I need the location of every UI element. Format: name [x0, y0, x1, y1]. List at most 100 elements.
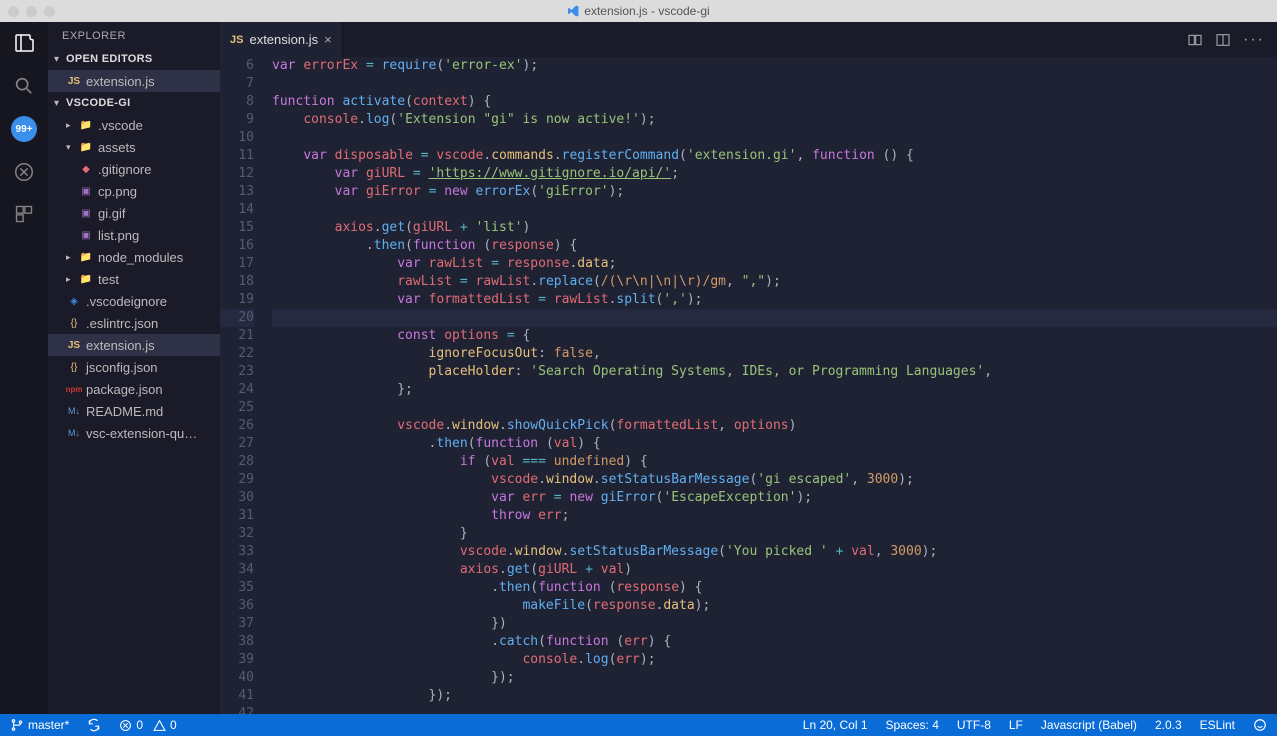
tree-item[interactable]: M↓README.md — [48, 400, 220, 422]
code-line[interactable]: }); — [272, 687, 1277, 705]
tree-item[interactable]: {}jsconfig.json — [48, 356, 220, 378]
titlebar: extension.js - vscode-gi — [0, 0, 1277, 22]
code-line[interactable]: }); — [272, 669, 1277, 687]
code-line[interactable]: function activate(context) { — [272, 93, 1277, 111]
code-line[interactable]: var giError = new errorEx('giError'); — [272, 183, 1277, 201]
code-line[interactable]: var formattedList = rawList.split(','); — [272, 291, 1277, 309]
tree-label: .gitignore — [98, 162, 151, 177]
line-number: 36 — [220, 597, 254, 615]
code-line[interactable] — [272, 201, 1277, 219]
tree-item[interactable]: {}.eslintrc.json — [48, 312, 220, 334]
tab-extension-js[interactable]: JS extension.js × — [220, 22, 343, 57]
line-number: 26 — [220, 417, 254, 435]
code-line[interactable]: var giURL = 'https://www.gitignore.io/ap… — [272, 165, 1277, 183]
line-number: 6 — [220, 57, 254, 75]
eslint-status[interactable]: ESLint — [1196, 718, 1239, 732]
code-line[interactable]: var err = new giError('EscapeException')… — [272, 489, 1277, 507]
split-editor-icon[interactable] — [1215, 32, 1231, 48]
tree-item[interactable]: npmpackage.json — [48, 378, 220, 400]
window-title: extension.js - vscode-gi — [584, 4, 709, 18]
line-number: 17 — [220, 255, 254, 273]
code-line[interactable]: vscode.window.showQuickPick(formattedLis… — [272, 417, 1277, 435]
line-number: 19 — [220, 291, 254, 309]
minimize-window-icon[interactable] — [26, 6, 37, 17]
line-number: 8 — [220, 93, 254, 111]
line-number: 31 — [220, 507, 254, 525]
tree-item[interactable]: ▾📁assets — [48, 136, 220, 158]
maximize-window-icon[interactable] — [44, 6, 55, 17]
code-line[interactable]: const options = { — [272, 327, 1277, 345]
code-line[interactable]: .then(function (val) { — [272, 435, 1277, 453]
tree-item[interactable]: ◆.gitignore — [48, 158, 220, 180]
code-line[interactable]: makeFile(response.data); — [272, 597, 1277, 615]
close-tab-icon[interactable]: × — [324, 32, 332, 47]
sync-icon[interactable] — [83, 718, 105, 732]
indentation[interactable]: Spaces: 4 — [882, 718, 943, 732]
git-branch[interactable]: master* — [6, 718, 73, 732]
code-editor[interactable]: 6789101112131415161718192021222324252627… — [220, 57, 1277, 714]
code-line[interactable] — [272, 399, 1277, 417]
search-icon[interactable] — [12, 74, 36, 98]
tree-item[interactable]: ▸📁.vscode — [48, 114, 220, 136]
code-line[interactable]: console.log('Extension "gi" is now activ… — [272, 111, 1277, 129]
code-line[interactable]: var disposable = vscode.commands.registe… — [272, 147, 1277, 165]
compare-icon[interactable] — [1187, 32, 1203, 48]
code-line[interactable]: var rawList = response.data; — [272, 255, 1277, 273]
code-line[interactable]: var errorEx = require('error-ex'); — [272, 57, 1277, 75]
tree-item[interactable]: ▣cp.png — [48, 180, 220, 202]
tree-item[interactable]: ▸📁test — [48, 268, 220, 290]
code-line[interactable]: .catch(function (err) { — [272, 633, 1277, 651]
code-line[interactable]: if (val === undefined) { — [272, 453, 1277, 471]
scm-badge[interactable]: 99+ — [11, 116, 37, 142]
line-number: 40 — [220, 669, 254, 687]
tree-item[interactable]: ▣list.png — [48, 224, 220, 246]
open-editor-item[interactable]: JSextension.js — [48, 70, 220, 92]
tree-label: README.md — [86, 404, 163, 419]
code-line[interactable]: vscode.window.setStatusBarMessage('gi es… — [272, 471, 1277, 489]
tree-item[interactable]: JSextension.js — [48, 334, 220, 356]
feedback-icon[interactable] — [1249, 718, 1271, 732]
code-line[interactable]: rawList = rawList.replace(/(\r\n|\n|\r)/… — [272, 273, 1277, 291]
code-line[interactable] — [272, 129, 1277, 147]
open-editors-header[interactable]: ▾OPEN EDITORS — [48, 48, 220, 70]
explorer-icon[interactable] — [12, 32, 36, 56]
debug-icon[interactable] — [12, 160, 36, 184]
code-line[interactable]: throw err; — [272, 507, 1277, 525]
code-line[interactable]: }) — [272, 615, 1277, 633]
tree-label: cp.png — [98, 184, 137, 199]
project-header[interactable]: ▾VSCODE-GI — [48, 92, 220, 114]
tree-item[interactable]: M↓vsc-extension-qu… — [48, 422, 220, 444]
code-line[interactable]: }; — [272, 381, 1277, 399]
more-icon[interactable]: ··· — [1243, 31, 1265, 49]
code-line[interactable]: axios.get(giURL + 'list') — [272, 219, 1277, 237]
extensions-icon[interactable] — [12, 202, 36, 226]
tree-label: .vscodeignore — [86, 294, 167, 309]
code-line[interactable]: axios.get(giURL + val) — [272, 561, 1277, 579]
status-bar: master* 0 0 Ln 20, Col 1 Spaces: 4 UTF-8… — [0, 714, 1277, 736]
code-line[interactable] — [272, 309, 1277, 327]
tree-item[interactable]: ▣gi.gif — [48, 202, 220, 224]
cursor-position[interactable]: Ln 20, Col 1 — [799, 718, 872, 732]
code-line[interactable]: .then(function (response) { — [272, 579, 1277, 597]
code-line[interactable]: console.log(err); — [272, 651, 1277, 669]
tree-item[interactable]: ▸📁node_modules — [48, 246, 220, 268]
tree-item[interactable]: ◈.vscodeignore — [48, 290, 220, 312]
line-number: 10 — [220, 129, 254, 147]
code-line[interactable]: placeHolder: 'Search Operating Systems, … — [272, 363, 1277, 381]
code-line[interactable]: .then(function (response) { — [272, 237, 1277, 255]
activity-bar: 99+ — [0, 22, 48, 714]
status-version[interactable]: 2.0.3 — [1151, 718, 1186, 732]
encoding[interactable]: UTF-8 — [953, 718, 995, 732]
tree-label: gi.gif — [98, 206, 125, 221]
code-line[interactable] — [272, 75, 1277, 93]
language-mode[interactable]: Javascript (Babel) — [1037, 718, 1141, 732]
tree-label: node_modules — [98, 250, 183, 265]
code-line[interactable]: vscode.window.setStatusBarMessage('You p… — [272, 543, 1277, 561]
code-line[interactable]: ignoreFocusOut: false, — [272, 345, 1277, 363]
line-number: 35 — [220, 579, 254, 597]
code-line[interactable]: } — [272, 525, 1277, 543]
eol[interactable]: LF — [1005, 718, 1027, 732]
close-window-icon[interactable] — [8, 6, 19, 17]
errors-warnings[interactable]: 0 0 — [115, 718, 180, 732]
code-line[interactable] — [272, 705, 1277, 714]
